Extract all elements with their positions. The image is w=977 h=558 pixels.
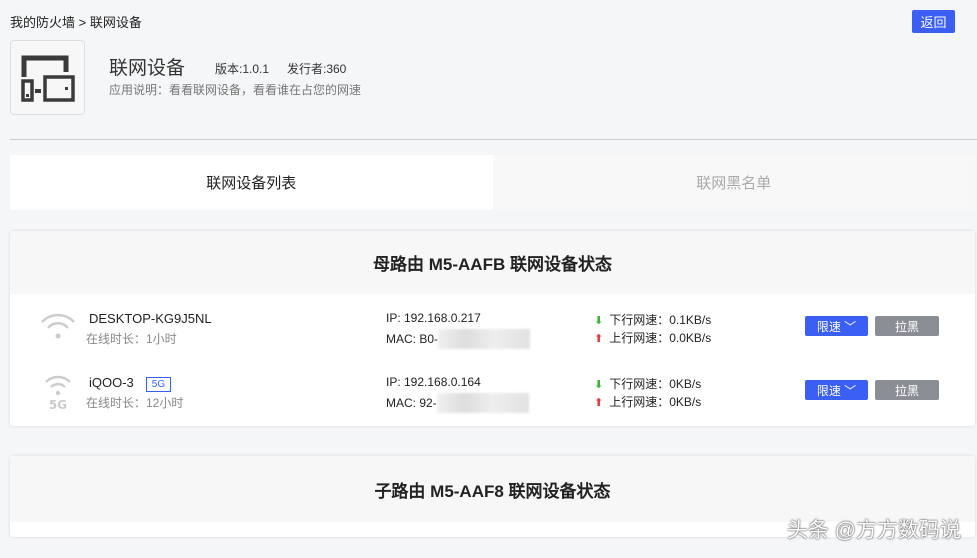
device-row: DESKTOP-KG9J5NL 在线时长：1小时 IP: 192.168.0.2… — [10, 294, 975, 358]
back-button[interactable]: 返回 — [912, 10, 955, 33]
device-name: iQOO-3 5G — [89, 375, 172, 392]
block-button[interactable]: 拉黑 — [875, 316, 939, 336]
router-title: 子路由 M5-AAF8 联网设备状态 — [10, 456, 975, 522]
mac-text: MAC: 92- — [386, 396, 437, 410]
app-description: 应用说明：看看联网设备，看看谁在占您的网速 — [109, 83, 362, 97]
download-text: 下行网速：0KB/s — [609, 377, 702, 391]
upload-text: 上行网速：0.0KB/s — [609, 331, 712, 345]
app-version: 版本:1.0.1 — [215, 62, 270, 76]
watermark: 头条 @方方数码说 — [786, 519, 961, 542]
breadcrumb: 我的防火墙 > 联网设备 — [10, 15, 142, 30]
download-text: 下行网速：0.1KB/s — [609, 313, 712, 327]
mac-blur — [438, 329, 531, 349]
online-duration: 在线时长：12小时 — [86, 396, 184, 410]
device-row: 5G iQOO-3 5G 在线时长：12小时 IP: 192.168.0.164 … — [10, 358, 975, 422]
band-badge: 5G — [145, 377, 172, 392]
download-speed: ⬇ 下行网速：0.1KB/s — [594, 311, 711, 328]
device-mac: MAC: 92- — [386, 393, 529, 413]
device-mac: MAC: B0- — [386, 329, 531, 349]
tab-device-list[interactable]: 联网设备列表 — [10, 155, 493, 210]
chevron-down-icon: ﹀ — [844, 319, 857, 334]
tab-blacklist[interactable]: 联网黑名单 — [492, 155, 975, 210]
device-ip: IP: 192.168.0.164 — [386, 375, 481, 389]
download-speed: ⬇ 下行网速：0KB/s — [594, 375, 701, 392]
arrow-down-icon: ⬇ — [594, 379, 604, 391]
online-duration: 在线时长：1小时 — [86, 332, 177, 346]
arrow-up-icon: ⬆ — [594, 333, 604, 345]
wifi-5g-icon: 5G — [45, 375, 71, 412]
limit-speed-button[interactable]: 限速 ﹀ — [805, 316, 868, 336]
tab-bar: 联网设备列表 联网黑名单 — [10, 155, 975, 210]
divider — [10, 139, 977, 140]
device-ip: IP: 192.168.0.217 — [386, 311, 481, 325]
limit-label: 限速 — [816, 383, 841, 398]
app-publisher: 发行者:360 — [287, 62, 347, 76]
limit-speed-button[interactable]: 限速 ﹀ — [805, 380, 868, 400]
arrow-down-icon: ⬇ — [594, 315, 604, 327]
device-name-text: iQOO-3 — [89, 375, 134, 390]
router-title: 母路由 M5-AAFB 联网设备状态 — [10, 231, 975, 294]
app-title: 联网设备 — [109, 58, 186, 79]
mac-blur — [436, 393, 529, 413]
upload-speed: ⬆ 上行网速：0.0KB/s — [594, 329, 711, 346]
limit-label: 限速 — [816, 319, 841, 334]
upload-text: 上行网速：0KB/s — [609, 395, 702, 409]
chevron-down-icon: ﹀ — [844, 383, 857, 398]
app-icon — [10, 40, 85, 115]
device-name: DESKTOP-KG9J5NL — [89, 311, 212, 326]
upload-speed: ⬆ 上行网速：0KB/s — [594, 393, 701, 410]
svg-text:5G: 5G — [49, 398, 67, 412]
arrow-up-icon: ⬆ — [594, 397, 604, 409]
mac-text: MAC: B0- — [386, 332, 439, 346]
router-card-main: 母路由 M5-AAFB 联网设备状态 DESKTOP-KG9J5NL 在线时长：… — [10, 231, 975, 426]
wifi-icon — [41, 313, 75, 339]
block-button[interactable]: 拉黑 — [875, 380, 939, 400]
